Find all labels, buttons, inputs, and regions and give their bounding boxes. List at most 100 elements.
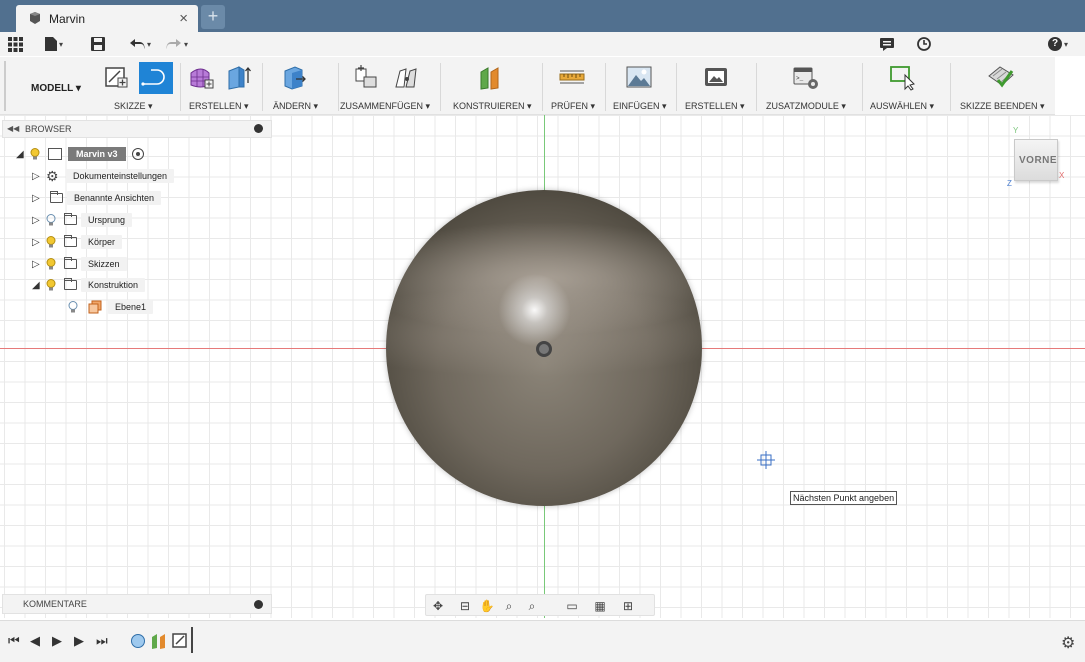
select-icon[interactable] (889, 63, 917, 91)
toolbar-group-konstruieren[interactable]: KONSTRUIEREN ▾ (453, 101, 532, 112)
expanded-triangle-icon[interactable]: ◢ (16, 149, 30, 160)
step-forward-icon[interactable]: ▶ (74, 633, 84, 649)
viewcube[interactable]: VORNE (1014, 139, 1058, 181)
undo-icon[interactable]: ▾ (129, 35, 151, 53)
timeline-settings-gear-icon[interactable]: ⚙ (1061, 633, 1075, 653)
tree-item-ursprung[interactable]: ▷ Ursprung (32, 212, 133, 228)
tree-item-ebene1[interactable]: Ebene1 (68, 299, 154, 315)
workspace-label: MODELL ▾ (31, 83, 81, 94)
extrude-icon[interactable] (224, 63, 252, 91)
folder-icon (64, 213, 77, 225)
tree-item-koerper[interactable]: ▷ Körper (32, 234, 123, 250)
settings-gear-icon: ⚙ (46, 167, 59, 184)
timeline-sketch-feature-icon[interactable] (172, 631, 190, 649)
collapsed-triangle-icon[interactable]: ▷ (32, 193, 46, 204)
help-icon[interactable]: ? ▾ (1048, 35, 1068, 53)
visibility-bulb-icon[interactable] (46, 236, 56, 248)
tree-item-benannte-ansichten[interactable]: ▷ Benannte Ansichten (32, 190, 162, 206)
viewports-icon[interactable]: ⊞ (620, 598, 636, 614)
play-icon[interactable]: ▶ (52, 633, 62, 649)
tree-item-skizzen[interactable]: ▷ Skizzen (32, 256, 127, 272)
tab-title: Marvin (49, 12, 86, 26)
new-tab-button[interactable]: + (201, 5, 225, 29)
expanded-triangle-icon[interactable]: ◢ (32, 280, 46, 291)
collapse-panel-icon[interactable]: ◀◀ (7, 124, 19, 133)
file-menu-icon[interactable]: ▾ (45, 35, 63, 53)
orbit-icon[interactable]: ✥ (430, 598, 446, 614)
activate-radio-icon[interactable] (131, 148, 144, 160)
toolbar-separator (756, 63, 757, 111)
data-panel-grid-icon[interactable] (8, 35, 23, 53)
notifications-icon[interactable] (880, 35, 894, 53)
origin-point[interactable] (536, 341, 552, 357)
visibility-bulb-off-icon[interactable] (46, 214, 56, 226)
document-tab-marvin[interactable]: Marvin × (16, 5, 198, 32)
visibility-bulb-off-icon[interactable] (68, 301, 78, 313)
form-create-icon[interactable] (187, 63, 215, 91)
pin-panel-icon[interactable] (254, 124, 263, 133)
toolbar-separator (542, 63, 543, 111)
scripts-addins-icon[interactable]: >_ (792, 63, 820, 91)
job-status-clock-icon[interactable] (917, 35, 931, 53)
save-icon[interactable] (91, 35, 105, 53)
go-to-end-icon[interactable]: ⏭ (96, 633, 108, 649)
toolbar-group-erstellen[interactable]: ERSTELLEN ▾ (189, 101, 249, 112)
collapsed-triangle-icon[interactable]: ▷ (32, 237, 46, 248)
tree-item-konstruktion[interactable]: ◢ Konstruktion (32, 277, 146, 293)
timeline-plane-feature-icon[interactable] (151, 632, 167, 650)
fit-zoom-icon[interactable]: ⌕ (524, 598, 540, 614)
workspace-switcher[interactable]: MODELL ▾ (4, 61, 92, 111)
collapsed-triangle-icon[interactable]: ▷ (32, 259, 46, 270)
measure-icon[interactable] (558, 63, 586, 91)
toolbar-group-zusammenfuegen[interactable]: ZUSAMMENFÜGEN ▾ (340, 101, 430, 112)
press-pull-icon[interactable] (280, 63, 308, 91)
redo-icon[interactable]: ▾ (166, 35, 188, 53)
collapsed-triangle-icon[interactable]: ▷ (32, 215, 46, 226)
line-tool-icon[interactable] (139, 62, 173, 94)
comments-panel-header[interactable]: KOMMENTARE (2, 594, 272, 614)
create-sketch-icon[interactable] (103, 63, 131, 91)
go-to-start-icon[interactable]: ⏮ (8, 633, 20, 649)
joint-icon[interactable] (352, 63, 380, 91)
step-back-icon[interactable]: ◀ (30, 633, 40, 649)
toolbar-group-zusatzmodule[interactable]: ZUSATZMODULE ▾ (766, 101, 846, 112)
look-at-icon[interactable]: ⊟ (457, 598, 473, 614)
as-built-joint-icon[interactable] (392, 63, 420, 91)
browser-panel-header[interactable]: ◀◀ BROWSER (2, 120, 272, 138)
tree-root-marvin[interactable]: ◢ Marvin v3 (16, 146, 144, 162)
toolbar-group-aendern[interactable]: ÄNDERN ▾ (273, 101, 318, 112)
toolbar-separator (180, 63, 181, 111)
tree-item-dokumenteinstellungen[interactable]: ▷ ⚙ Dokumenteinstellungen (32, 167, 175, 184)
render-image-icon[interactable] (702, 63, 730, 91)
zoom-icon[interactable]: ⌕ (501, 598, 517, 614)
insert-image-icon[interactable] (625, 63, 653, 91)
toolbar-group-erstellen-2[interactable]: ERSTELLEN ▾ (685, 101, 745, 112)
viewcube-z-axis-label: Z (1007, 179, 1012, 188)
add-comment-icon[interactable] (254, 600, 263, 609)
timeline-marker[interactable] (191, 627, 193, 653)
finish-sketch-icon[interactable] (987, 63, 1015, 91)
canvas-viewport[interactable]: Nächsten Punkt angeben VORNE Y X Z (0, 115, 1085, 618)
visibility-bulb-icon[interactable] (46, 258, 56, 270)
grid-snaps-icon[interactable]: ▦ (592, 598, 608, 614)
browser-title: BROWSER (25, 124, 72, 134)
visibility-bulb-icon[interactable] (46, 279, 56, 291)
pan-hand-icon[interactable]: ✋ (479, 598, 495, 614)
viewcube-x-axis-label: X (1059, 171, 1065, 180)
collapsed-triangle-icon[interactable]: ▷ (32, 171, 46, 182)
visibility-bulb-icon[interactable] (30, 148, 40, 160)
toolbar-group-auswaehlen[interactable]: AUSWÄHLEN ▾ (870, 101, 934, 112)
toolbar-group-pruefen[interactable]: PRÜFEN ▾ (551, 101, 595, 112)
tab-close-icon[interactable]: × (179, 10, 188, 27)
tree-item-label: Körper (81, 235, 123, 249)
toolbar-group-skizze-beenden[interactable]: SKIZZE BEENDEN ▾ (960, 101, 1045, 112)
quick-access-bar: ▾ ▾ ▾ ? ▾ (0, 32, 1085, 56)
toolbar-group-skizze[interactable]: SKIZZE ▾ (114, 101, 153, 112)
crosshair-cursor-icon (757, 451, 775, 469)
timeline-sphere-feature-icon[interactable] (130, 633, 146, 649)
toolbar-group-einfuegen[interactable]: EINFÜGEN ▾ (613, 101, 667, 112)
display-settings-icon[interactable]: ▭ (564, 598, 580, 614)
component-icon (48, 148, 62, 160)
tree-item-label: Ebene1 (108, 300, 154, 314)
offset-plane-icon[interactable] (477, 63, 505, 91)
